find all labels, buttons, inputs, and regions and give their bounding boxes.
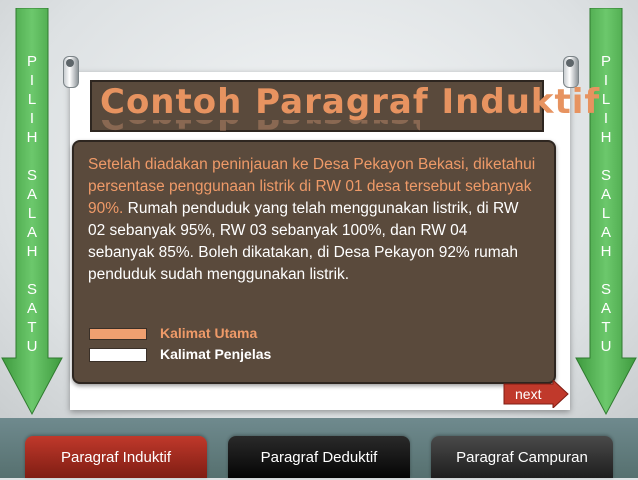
supporting-sentences: Rumah penduduk yang telah menggunakan li…: [88, 200, 519, 283]
arrow-letter: H: [600, 129, 612, 146]
arrow-letter: P: [600, 53, 611, 70]
right-arrow: PILIHSALAHSATU: [574, 8, 638, 416]
arrow-letter: A: [26, 300, 37, 317]
next-button[interactable]: next: [503, 380, 569, 408]
pin-icon: [63, 56, 79, 88]
paragraph-text: Setelah diadakan peninjauan ke Desa Peka…: [88, 154, 538, 286]
arrow-letter: U: [600, 338, 612, 355]
legend-label-support: Kalimat Penjelas: [160, 346, 272, 362]
arrow-letter: S: [26, 167, 37, 184]
arrow-letter: A: [600, 186, 611, 203]
arrow-letter: A: [26, 224, 37, 241]
arrow-letter: S: [600, 167, 611, 184]
arrow-letter: T: [601, 319, 611, 336]
arrow-letter: [0, 261, 64, 280]
arrow-letter: T: [27, 319, 37, 336]
arrow-letter: L: [27, 91, 37, 108]
slide-title: Contoh Paragraf Induktif: [100, 82, 601, 122]
arrow-letter: S: [600, 281, 611, 298]
arrow-letter: U: [26, 338, 38, 355]
arrow-letter: [574, 147, 638, 166]
legend-swatch-main: [89, 328, 147, 340]
arrow-letter: H: [600, 243, 612, 260]
tab-paragraf-induktif[interactable]: Paragraf Induktif: [25, 436, 207, 478]
arrow-letter: [0, 147, 64, 166]
title-reflection: Contoh Paragraf Induktif: [100, 120, 420, 134]
arrow-letter: H: [26, 129, 38, 146]
arrow-letter: S: [26, 281, 37, 298]
arrow-letter: P: [26, 53, 37, 70]
left-arrow-text: PILIHSALAHSATU: [0, 52, 64, 356]
left-arrow: PILIHSALAHSATU: [0, 8, 64, 416]
tab-paragraf-deduktif[interactable]: Paragraf Deduktif: [228, 436, 410, 478]
title-reflection-text: Contoh Paragraf Induktif: [100, 120, 420, 134]
arrow-letter: [574, 261, 638, 280]
tab-paragraf-campuran[interactable]: Paragraf Campuran: [431, 436, 613, 478]
arrow-letter: A: [600, 224, 611, 241]
arrow-letter: I: [29, 72, 35, 89]
arrow-letter: A: [600, 300, 611, 317]
legend-swatch-support: [89, 348, 147, 362]
arrow-letter: A: [26, 186, 37, 203]
legend-label-main: Kalimat Utama: [160, 325, 258, 341]
next-label: next: [515, 386, 542, 402]
arrow-letter: I: [29, 110, 35, 127]
arrow-letter: L: [27, 205, 37, 222]
arrow-letter: L: [601, 205, 611, 222]
arrow-letter: H: [26, 243, 38, 260]
